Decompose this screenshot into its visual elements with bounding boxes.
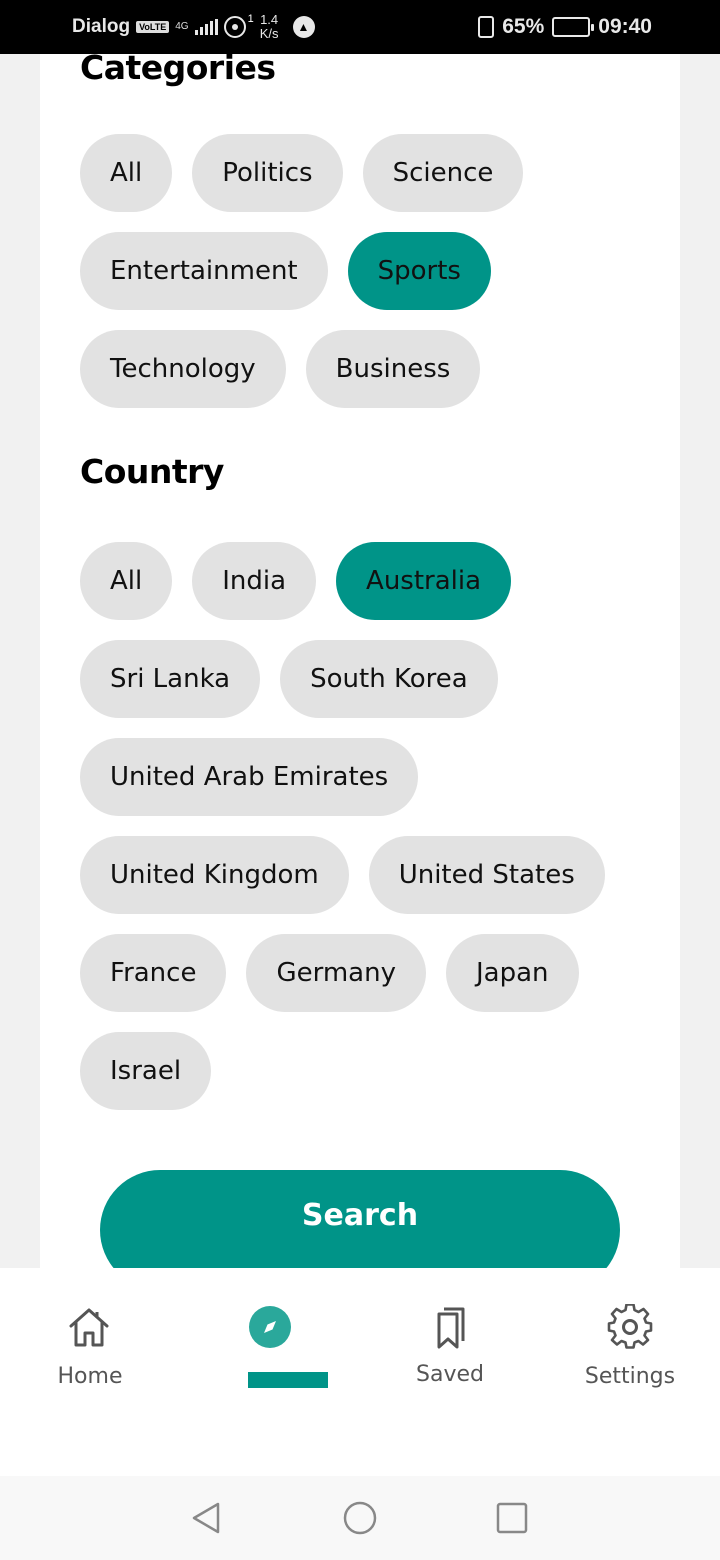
nav-settings[interactable]: Settings: [540, 1268, 720, 1476]
country-chip-united-arab-emirates[interactable]: United Arab Emirates: [80, 738, 419, 816]
home-icon: [69, 1308, 109, 1347]
category-chip-technology[interactable]: Technology: [80, 330, 286, 408]
search-button[interactable]: Search: [100, 1170, 620, 1268]
speed-unit: K/s: [259, 26, 279, 41]
volte-badge: VoLTE: [136, 21, 170, 33]
clock: 09:40: [598, 15, 652, 38]
country-chip-france[interactable]: France: [80, 934, 227, 1012]
country-chip-group: All India Australia Sri Lanka South Korea Uni…: [80, 542, 640, 1110]
gear-icon: [607, 1304, 653, 1349]
system-navigation-bar: [0, 1476, 720, 1560]
country-chip-india[interactable]: India: [192, 542, 317, 620]
category-chip-business[interactable]: Business: [305, 330, 481, 408]
bottom-navigation: Home Saved Settings: [0, 1268, 720, 1476]
country-chip-united-kingdom[interactable]: United Kingdom: [80, 836, 349, 914]
recents-icon[interactable]: [494, 1500, 530, 1536]
status-bar: Dialog VoLTE 4G 1 1.4 K/s ▲ 65% 09:40: [0, 0, 720, 54]
nav-saved[interactable]: Saved: [360, 1268, 540, 1476]
category-chip-entertainment[interactable]: Entertainment: [80, 232, 328, 310]
category-chip-all[interactable]: All: [80, 134, 173, 212]
signal-icon: [194, 19, 218, 35]
status-right: 65% 09:40: [478, 0, 652, 54]
vibrate-icon: [478, 16, 495, 38]
country-chip-australia[interactable]: Australia: [336, 542, 512, 620]
nav-settings-label: Settings: [584, 1364, 676, 1389]
carrier-name: Dialog: [72, 16, 131, 37]
country-chip-germany[interactable]: Germany: [246, 934, 426, 1012]
hotspot-icon: [223, 16, 246, 38]
status-left: Dialog VoLTE 4G 1 1.4 K/s ▲: [72, 0, 315, 54]
category-chip-sports[interactable]: Sports: [347, 232, 491, 310]
battery-icon: [552, 17, 595, 37]
category-chip-science[interactable]: Science: [362, 134, 524, 212]
back-icon[interactable]: [188, 1500, 224, 1536]
category-chip-group: All Politics Science Entertainment Sports Tec…: [80, 134, 640, 408]
country-chip-south-korea[interactable]: South Korea: [280, 640, 498, 718]
app-notification-icon: ▲: [292, 16, 315, 38]
country-chip-israel[interactable]: Israel: [80, 1032, 212, 1110]
country-chip-sri-lanka[interactable]: Sri Lanka: [80, 640, 261, 718]
country-title: Country: [80, 452, 224, 491]
country-chip-all[interactable]: All: [80, 542, 173, 620]
active-tab-indicator: [248, 1372, 328, 1388]
network-type: 4G: [175, 21, 189, 32]
hotspot-count: 1: [247, 13, 254, 25]
nav-saved-label: Saved: [416, 1362, 484, 1387]
speed-value: 1.4: [260, 12, 279, 27]
filter-card: Categories All Politics Science Entertainme…: [40, 54, 680, 1268]
category-chip-politics[interactable]: Politics: [192, 134, 343, 212]
bookmark-icon: [437, 1307, 465, 1349]
nav-home[interactable]: Home: [0, 1268, 180, 1476]
battery-percent: 65%: [502, 15, 545, 38]
country-chip-united-states[interactable]: United States: [368, 836, 605, 914]
network-speed: 1.4 K/s: [260, 13, 279, 41]
compass-icon: [249, 1306, 291, 1348]
categories-title: Categories: [80, 54, 276, 87]
home-circle-icon[interactable]: [342, 1500, 378, 1536]
country-chip-japan[interactable]: Japan: [445, 934, 579, 1012]
nav-home-label: Home: [57, 1364, 123, 1389]
